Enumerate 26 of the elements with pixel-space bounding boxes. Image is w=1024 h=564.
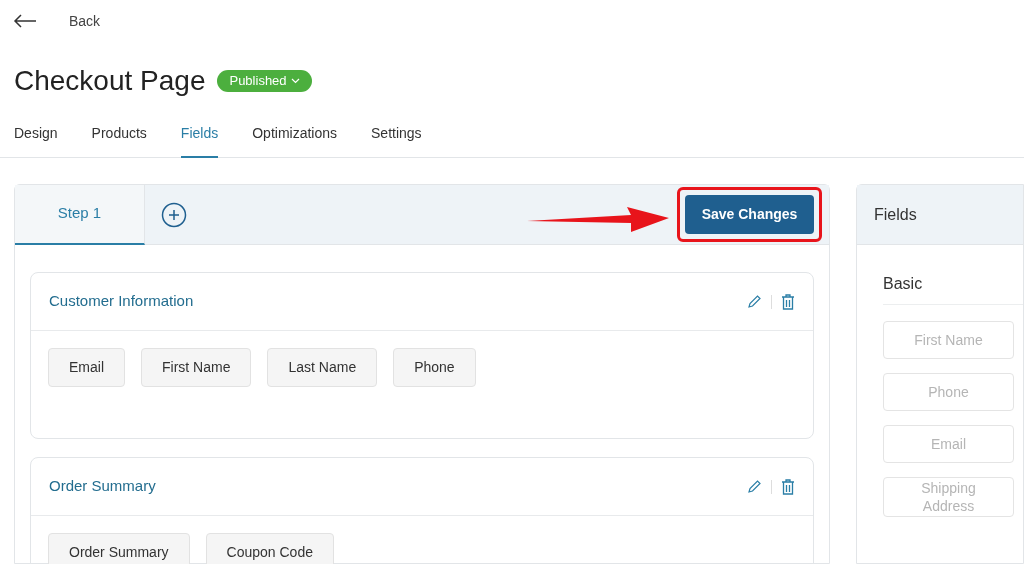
step-tab[interactable]: Step 1 (15, 184, 145, 245)
field-chip[interactable]: Phone (393, 348, 476, 387)
pencil-icon[interactable] (747, 294, 762, 309)
nav-tab[interactable]: Settings (371, 123, 422, 158)
panel-title: Fields (874, 204, 917, 225)
back-arrow-icon[interactable] (13, 14, 37, 28)
nav-tab[interactable]: Products (91, 123, 147, 158)
save-changes-button[interactable]: Save Changes (685, 195, 814, 234)
section-title: Customer Information (49, 291, 195, 312)
back-link[interactable]: Back (69, 10, 101, 32)
nav-tab[interactable]: Optimizations (252, 123, 337, 158)
field-chip[interactable]: Email (48, 348, 125, 387)
nav-tab[interactable]: Design (14, 123, 58, 158)
group-heading: Basic (883, 275, 923, 292)
pencil-icon[interactable] (747, 479, 762, 494)
add-step-icon[interactable] (161, 201, 187, 228)
trash-icon[interactable] (781, 293, 795, 310)
field-chip[interactable]: First Name (141, 348, 252, 387)
trash-icon[interactable] (781, 478, 795, 495)
page-title: Checkout Page (14, 65, 206, 97)
field-chip[interactable]: Order Summary (48, 533, 190, 564)
field-chip[interactable]: Coupon Code (205, 533, 334, 564)
nav-tab[interactable]: Fields (180, 123, 219, 158)
field-chip[interactable]: Last Name (267, 348, 378, 387)
section-title: Order Summary (49, 476, 157, 497)
chevron-down-icon (290, 78, 300, 84)
